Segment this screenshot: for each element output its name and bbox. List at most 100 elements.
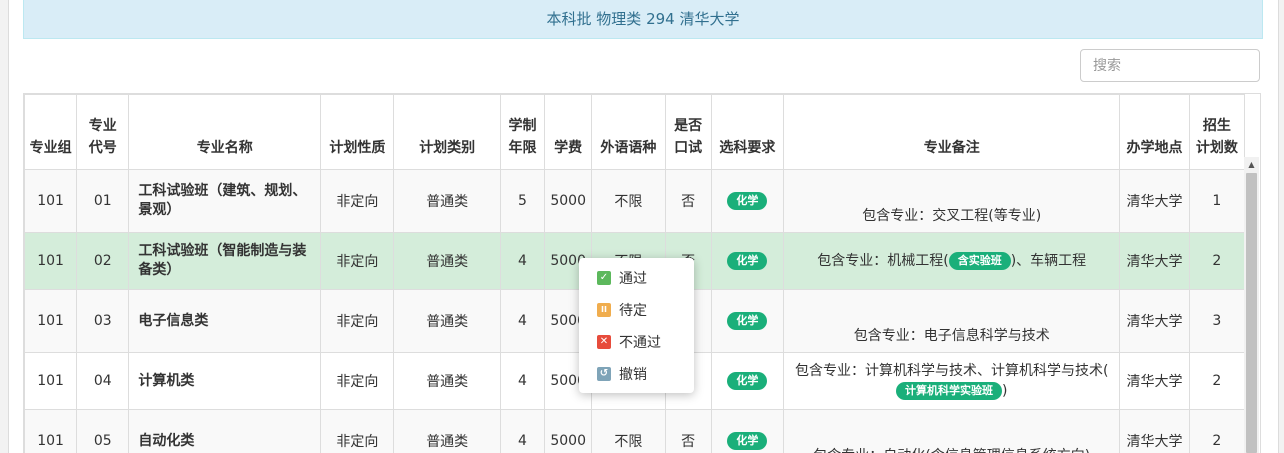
column-header-label: 计划类别 <box>419 140 476 156</box>
table-row[interactable]: 101 01 工科试验班（建筑、规划、景观） 非定向 普通类 5 5000 不限否化学 包含专业… <box>24 169 1246 233</box>
cell-major-name: 工科试验班（智能制造与装备类） <box>128 232 322 290</box>
cell-major-name: 电子信息类 <box>128 289 322 353</box>
column-header[interactable]: 专业组 <box>24 94 78 170</box>
scroll-up-arrow-icon[interactable]: ▲ <box>1244 159 1259 171</box>
scroll-thumb[interactable] <box>1246 173 1257 453</box>
context-menu-item[interactable]: ✕ 不通过 <box>579 326 694 358</box>
cell-quota: 3 <box>1188 289 1246 353</box>
column-header[interactable]: 学制 年限 <box>499 94 546 170</box>
cell-quota: 1 <box>1188 169 1246 233</box>
context-menu-item[interactable]: II 待定 <box>579 294 694 326</box>
cell-years: 5 <box>499 169 546 233</box>
cell-plan-category: 普通类 <box>393 169 501 233</box>
cell-subject-requirement: 化学 <box>710 232 785 290</box>
column-header-label: 招生 <box>1202 118 1231 134</box>
remark-text: 包含专业：交叉工程(等专业) <box>862 208 1042 224</box>
cell-fee: 5000 <box>544 409 593 453</box>
remark-text: 包含专业：计算机科学与技术、计算机科学与技术( <box>794 363 1109 379</box>
column-header[interactable]: 专业备注 <box>783 94 1121 170</box>
cell-group: 101 <box>24 289 78 353</box>
column-header-label: 专业名称 <box>196 140 253 156</box>
page-title: 本科批 物理类 294 清华大学 <box>23 0 1263 39</box>
cell-quota: 2 <box>1188 232 1246 290</box>
column-header-label: 代号 <box>88 140 117 156</box>
cell-years: 4 <box>499 352 546 410</box>
column-header[interactable]: 选科要求 <box>710 94 785 170</box>
column-header[interactable]: 计划性质 <box>320 94 395 170</box>
remark-text: 包含专业：自动化(含信息管理信息系统方向) <box>813 448 1090 453</box>
cell-years: 4 <box>499 232 546 290</box>
column-header-label: 口试 <box>674 140 703 156</box>
cell-years: 4 <box>499 409 546 453</box>
cell-oral-exam: 否 <box>664 169 712 233</box>
cell-quota: 2 <box>1188 409 1246 453</box>
column-header[interactable]: 专业名称 <box>128 94 322 170</box>
subject-badge: 化学 <box>727 312 768 330</box>
cell-major-name: 自动化类 <box>128 409 322 453</box>
context-menu-item[interactable]: ↺ 撤销 <box>579 358 694 390</box>
check-icon: ✓ <box>597 271 611 285</box>
cell-group: 101 <box>24 352 78 410</box>
cell-plan-nature: 非定向 <box>320 232 395 290</box>
cell-code: 02 <box>76 232 130 290</box>
remark-badge: 计算机科学实验班 <box>895 382 1002 400</box>
subject-badge: 化学 <box>727 192 768 210</box>
cell-remark: 包含专业：机械工程(含实验班)、车辆工程 <box>783 232 1121 290</box>
column-header-label: 专业备注 <box>923 140 980 156</box>
column-header-label: 专业组 <box>29 140 72 156</box>
context-menu: ✓ 通过 II 待定 ✕ 不通过 ↺ 撤销 <box>579 258 694 393</box>
remark-text: 包含专业：电子信息科学与技术 <box>853 328 1050 344</box>
column-header[interactable]: 专业 代号 <box>76 94 130 170</box>
context-menu-item[interactable]: ✓ 通过 <box>579 262 694 294</box>
cell-location: 清华大学 <box>1119 169 1190 233</box>
column-header-label: 计划数 <box>1195 140 1238 156</box>
cell-plan-category: 普通类 <box>393 409 501 453</box>
table-row[interactable]: 10105自动化类非定向普通类45000不限否化学包含专业：自动化(含信息管理信… <box>24 409 1246 453</box>
cell-language: 不限 <box>591 409 666 453</box>
column-header[interactable]: 办学地点 <box>1119 94 1190 170</box>
cell-oral-exam: 否 <box>664 409 712 453</box>
column-header-label: 计划性质 <box>329 140 386 156</box>
column-header[interactable]: 学费 <box>544 94 593 170</box>
column-header-label: 年限 <box>508 140 537 156</box>
cell-location: 清华大学 <box>1119 232 1190 290</box>
cell-years: 4 <box>499 289 546 353</box>
cell-group: 101 <box>24 232 78 290</box>
context-menu-label: 撤销 <box>619 367 647 383</box>
cell-location: 清华大学 <box>1119 352 1190 410</box>
remark-badge: 含实验班 <box>948 252 1011 270</box>
column-header-label: 专业 <box>88 118 117 134</box>
column-header-label: 外语语种 <box>600 140 657 156</box>
cell-plan-category: 普通类 <box>393 232 501 290</box>
column-header[interactable]: 招生 计划数 <box>1188 94 1246 170</box>
cell-language: 不限 <box>591 169 666 233</box>
table-scrollbar[interactable]: ▲ <box>1244 157 1259 453</box>
column-header[interactable]: 外语语种 <box>591 94 666 170</box>
cell-major-name: 工科试验班（建筑、规划、景观） <box>128 169 322 233</box>
column-header-label: 学费 <box>554 140 583 156</box>
column-header-label: 选科要求 <box>719 140 776 156</box>
cell-plan-nature: 非定向 <box>320 169 395 233</box>
search-input[interactable] <box>1080 49 1260 82</box>
cell-remark: 包含专业：计算机科学与技术、计算机科学与技术(计算机科学实验班) <box>783 352 1121 410</box>
cell-plan-category: 普通类 <box>393 352 501 410</box>
cell-group: 101 <box>24 169 78 233</box>
cell-code: 05 <box>76 409 130 453</box>
cell-plan-category: 普通类 <box>393 289 501 353</box>
cell-plan-nature: 非定向 <box>320 409 395 453</box>
subject-badge: 化学 <box>727 432 768 450</box>
column-header[interactable]: 计划类别 <box>393 94 501 170</box>
column-header[interactable]: 是否 口试 <box>664 94 712 170</box>
context-menu-label: 通过 <box>619 271 647 287</box>
column-header-label: 学制 <box>508 118 537 134</box>
subject-badge: 化学 <box>727 372 768 390</box>
cell-plan-nature: 非定向 <box>320 352 395 410</box>
column-header-label: 办学地点 <box>1126 140 1183 156</box>
cell-remark: 包含专业：电子信息科学与技术 <box>783 289 1121 353</box>
remark-text: )、车辆工程 <box>1010 253 1087 269</box>
subject-badge: 化学 <box>727 252 768 270</box>
context-menu-label: 不通过 <box>619 335 661 351</box>
close-icon: ✕ <box>597 335 611 349</box>
cell-location: 清华大学 <box>1119 289 1190 353</box>
cell-location: 清华大学 <box>1119 409 1190 453</box>
